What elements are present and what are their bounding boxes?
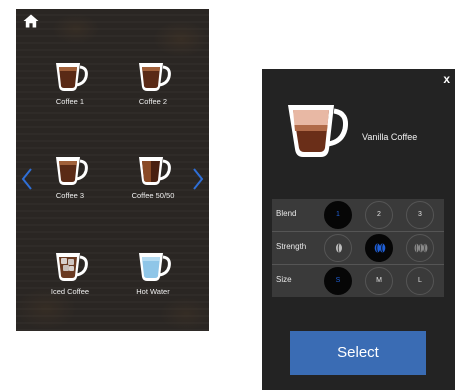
blend-option-3[interactable]: 3 bbox=[406, 201, 434, 229]
strength-option-mild[interactable] bbox=[324, 234, 352, 262]
coffee-beans-icon bbox=[374, 243, 386, 253]
size-option-l[interactable]: L bbox=[406, 267, 434, 295]
menu-item-iced-coffee[interactable]: Iced Coffee bbox=[30, 250, 110, 296]
menu-item-label: Iced Coffee bbox=[50, 287, 90, 296]
iced-coffee-cup-icon bbox=[56, 253, 88, 281]
strength-label: Strength bbox=[276, 242, 307, 251]
home-icon[interactable] bbox=[23, 14, 39, 28]
coffee-cup-icon bbox=[56, 157, 88, 185]
strength-option-medium[interactable] bbox=[365, 234, 393, 262]
coffee-cup-icon bbox=[56, 63, 88, 91]
chevron-left-icon[interactable] bbox=[20, 167, 34, 191]
size-option-m[interactable]: M bbox=[365, 267, 393, 295]
menu-item-hot-water[interactable]: Hot Water bbox=[113, 250, 193, 296]
options-panel: Blend 1 2 3 Strength Size S M L bbox=[272, 199, 444, 297]
size-option-s[interactable]: S bbox=[324, 267, 352, 295]
strength-row: Strength bbox=[272, 232, 444, 264]
vanilla-coffee-cup-icon bbox=[288, 105, 348, 157]
blend-label: Blend bbox=[276, 209, 297, 218]
menu-item-coffee-1[interactable]: Coffee 1 bbox=[30, 60, 110, 106]
blend-option-1[interactable]: 1 bbox=[324, 201, 352, 229]
menu-item-label: Coffee 2 bbox=[138, 97, 168, 106]
drink-detail-screen: x Vanilla Coffee Blend 1 2 3 Strength Si… bbox=[262, 69, 455, 390]
strength-option-strong[interactable] bbox=[406, 234, 434, 262]
coffee-bean-icon bbox=[336, 243, 342, 253]
menu-item-label: Coffee 1 bbox=[55, 97, 85, 106]
close-button[interactable]: x bbox=[443, 72, 450, 86]
menu-item-coffee-2[interactable]: Coffee 2 bbox=[113, 60, 193, 106]
coffee-cup-icon bbox=[139, 157, 171, 185]
menu-item-coffee-3[interactable]: Coffee 3 bbox=[30, 154, 110, 200]
blend-option-2[interactable]: 2 bbox=[365, 201, 393, 229]
menu-item-label: Coffee 3 bbox=[55, 191, 85, 200]
size-row: Size S M L bbox=[272, 265, 444, 297]
drink-name: Vanilla Coffee bbox=[362, 132, 418, 142]
chevron-right-icon[interactable] bbox=[191, 167, 205, 191]
coffee-beans-icon bbox=[414, 243, 428, 253]
select-button[interactable]: Select bbox=[290, 331, 426, 375]
menu-item-label: Hot Water bbox=[136, 287, 170, 296]
blend-row: Blend 1 2 3 bbox=[272, 199, 444, 231]
menu-item-coffee-50-50[interactable]: Coffee 50/50 bbox=[113, 154, 193, 200]
drink-menu-screen: Coffee 1 Coffee 2 Coffee 3 Coffee 50/50 bbox=[16, 9, 209, 331]
menu-item-label: Coffee 50/50 bbox=[131, 191, 175, 200]
size-label: Size bbox=[276, 275, 292, 284]
coffee-cup-icon bbox=[139, 63, 171, 91]
hot-water-cup-icon bbox=[139, 253, 171, 281]
